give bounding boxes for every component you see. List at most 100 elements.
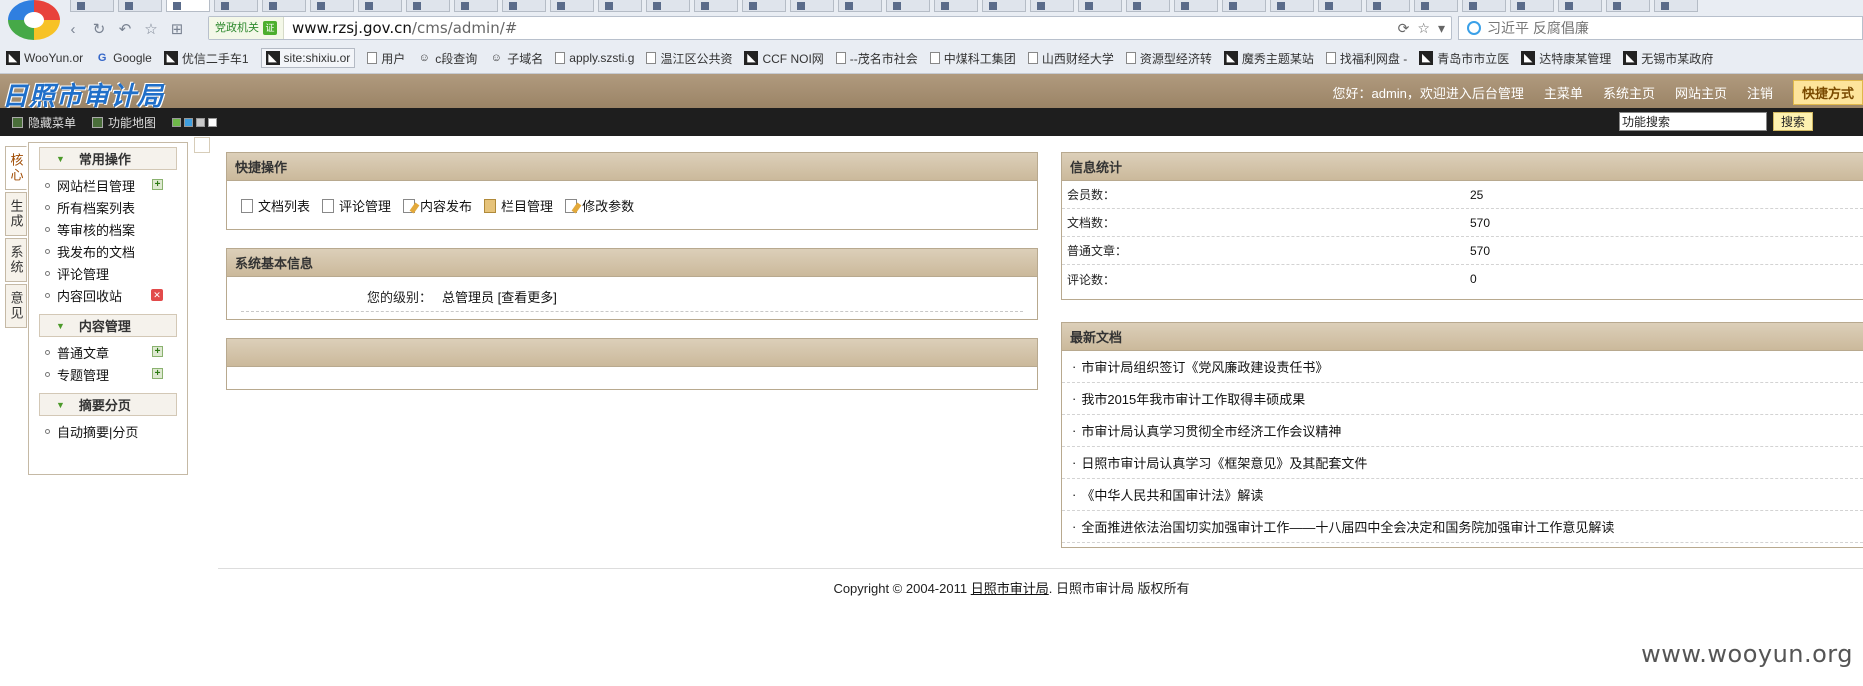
compat-mode-icon[interactable]: ⟳ — [1398, 20, 1410, 37]
theme-swatch[interactable] — [184, 117, 194, 127]
browser-tab[interactable] — [1270, 0, 1314, 12]
browser-tab[interactable] — [1462, 0, 1506, 12]
bookmark-item[interactable]: 用户 — [367, 50, 405, 67]
browser-logo-icon[interactable] — [8, 0, 60, 40]
bookmark-item[interactable]: ◣ 青岛市市立医 — [1419, 50, 1509, 67]
bookmark-item[interactable]: ◣ 优信二手车1 — [163, 50, 249, 67]
bookmark-item[interactable]: ☺ 子域名 — [489, 50, 544, 67]
browser-search-box[interactable] — [1458, 16, 1863, 40]
tab-core[interactable]: 核心 — [5, 146, 27, 190]
latest-doc-link[interactable]: · 市审计局认真学习贯彻全市经济工作会议精神 — [1062, 415, 1863, 447]
bookmark-item[interactable]: 资源型经济转 — [1125, 50, 1212, 67]
quick-link[interactable]: 内容发布 — [403, 196, 472, 215]
theme-swatch[interactable] — [196, 117, 206, 127]
quick-link[interactable]: 评论管理 — [322, 196, 391, 215]
function-search-input[interactable] — [1619, 112, 1767, 131]
menu-item[interactable]: 专题管理 + — [39, 363, 177, 385]
shortcut-button[interactable]: 快捷方式 — [1792, 80, 1863, 105]
browser-tab[interactable] — [646, 0, 690, 12]
theme-swatch[interactable] — [208, 117, 218, 127]
bookmark-star-icon[interactable]: ☆ — [1417, 20, 1430, 37]
add-icon[interactable]: + — [152, 346, 163, 357]
quick-link[interactable]: 修改参数 — [565, 196, 634, 215]
menu-item[interactable]: 我发布的文档 — [39, 240, 177, 262]
menu-item[interactable]: 网站栏目管理 + — [39, 174, 177, 196]
browser-tab[interactable] — [838, 0, 882, 12]
bookmark-item[interactable]: ◣ 达特康某管理 — [1521, 50, 1611, 67]
browser-tab[interactable] — [118, 0, 162, 12]
address-bar[interactable]: 党政机关 证 www.rzsj.gov.cn/cms/admin/# ⟳ ☆ ▾ — [208, 16, 1452, 40]
menu-item[interactable]: 普通文章 + — [39, 341, 177, 363]
latest-doc-link[interactable]: · 全面推进依法治国切实加强审计工作——十八届四中全会决定和国务院加强审计工作意见… — [1062, 511, 1863, 543]
browser-tab[interactable] — [598, 0, 642, 12]
browser-tab[interactable] — [1126, 0, 1170, 12]
url-text[interactable]: www.rzsj.gov.cn/cms/admin/# — [284, 19, 1398, 37]
quick-link[interactable]: 栏目管理 — [484, 196, 553, 215]
function-search-button[interactable]: 搜索 — [1773, 112, 1813, 131]
browser-tab[interactable] — [1510, 0, 1554, 12]
browser-tab[interactable] — [1606, 0, 1650, 12]
tab-feedback[interactable]: 意见 — [5, 284, 27, 328]
browser-search-input[interactable] — [1487, 20, 1827, 36]
refresh-icon[interactable]: ↻ — [88, 18, 110, 40]
nav-system-home[interactable]: 系统主页 — [1603, 83, 1655, 102]
tab-generate[interactable]: 生成 — [5, 192, 27, 236]
browser-tab[interactable] — [214, 0, 258, 12]
grid-icon[interactable]: ⊞ — [166, 18, 188, 40]
browser-tab[interactable] — [1318, 0, 1362, 12]
menu-group-header[interactable]: ▼ 内容管理 — [39, 314, 177, 337]
delete-icon[interactable]: ✕ — [151, 289, 163, 301]
undo-icon[interactable]: ↶ — [114, 18, 136, 40]
bookmark-item[interactable]: ☺ c段查询 — [417, 50, 478, 67]
browser-tab[interactable] — [70, 0, 114, 12]
browser-tab[interactable] — [790, 0, 834, 12]
browser-tab[interactable] — [1414, 0, 1458, 12]
hide-menu-button[interactable]: 隐藏菜单 — [12, 114, 76, 131]
browser-tab[interactable] — [262, 0, 306, 12]
bookmark-item[interactable]: 找福利网盘 - — [1325, 50, 1407, 67]
bookmark-item[interactable]: 温江区公共资 — [646, 50, 732, 67]
latest-doc-link[interactable]: · 日照市审计局认真学习《框架意见》及其配套文件 — [1062, 447, 1863, 479]
bookmark-item[interactable]: ◣ 魔秀主题某站 — [1223, 50, 1314, 67]
latest-doc-link[interactable]: · 我市2015年我市审计工作取得丰硕成果 — [1062, 383, 1863, 415]
level-value[interactable]: 总管理员 [查看更多] — [442, 287, 557, 306]
bookmark-item[interactable]: ◣ site:shixiu.or — [260, 48, 356, 68]
browser-tab[interactable] — [1078, 0, 1122, 12]
bookmark-item[interactable]: ◣ CCF NOI网 — [744, 50, 824, 67]
browser-tab[interactable] — [934, 0, 978, 12]
add-icon[interactable]: + — [152, 368, 163, 379]
add-icon[interactable]: + — [152, 179, 163, 190]
theme-swatch[interactable] — [172, 117, 182, 127]
browser-tab[interactable] — [550, 0, 594, 12]
tab-system[interactable]: 系统 — [5, 238, 27, 282]
function-map-button[interactable]: 功能地图 — [92, 114, 156, 131]
menu-item[interactable]: 评论管理 — [39, 262, 177, 284]
nav-site-home[interactable]: 网站主页 — [1675, 83, 1727, 102]
menu-group-header[interactable]: ▼ 常用操作 — [39, 147, 177, 170]
bookmark-item[interactable]: G Google — [95, 51, 152, 65]
browser-tab[interactable] — [1366, 0, 1410, 12]
menu-item[interactable]: 内容回收站 ✕ — [39, 284, 177, 306]
browser-tab[interactable] — [982, 0, 1026, 12]
nav-main-menu[interactable]: 主菜单 — [1544, 83, 1583, 102]
menu-group-header[interactable]: ▼ 摘要分页 — [39, 393, 177, 416]
dropdown-chevron-icon[interactable]: ▾ — [1438, 20, 1445, 37]
menu-item[interactable]: 所有档案列表 — [39, 196, 177, 218]
menu-item[interactable]: 等审核的档案 — [39, 218, 177, 240]
browser-tab[interactable] — [742, 0, 786, 12]
browser-tab[interactable] — [1558, 0, 1602, 12]
bookmark-item[interactable]: apply.szsti.g — [555, 51, 634, 65]
bookmark-item[interactable]: ◣ WooYun.or — [6, 51, 83, 65]
back-icon[interactable]: ‹ — [62, 18, 84, 40]
footer-link[interactable]: 日照市审计局 — [971, 581, 1049, 596]
browser-tab[interactable] — [454, 0, 498, 12]
browser-tab[interactable] — [886, 0, 930, 12]
browser-tab[interactable] — [1030, 0, 1074, 12]
splitter-handle[interactable] — [194, 137, 210, 153]
quick-link[interactable]: 文档列表 — [241, 196, 310, 215]
browser-tab[interactable] — [1222, 0, 1266, 12]
browser-tab[interactable] — [1654, 0, 1698, 12]
bookmark-item[interactable]: 中煤科工集团 — [929, 50, 1016, 67]
browser-tab[interactable] — [694, 0, 738, 12]
latest-doc-link[interactable]: · 《中华人民共和国审计法》解读 — [1062, 479, 1863, 511]
